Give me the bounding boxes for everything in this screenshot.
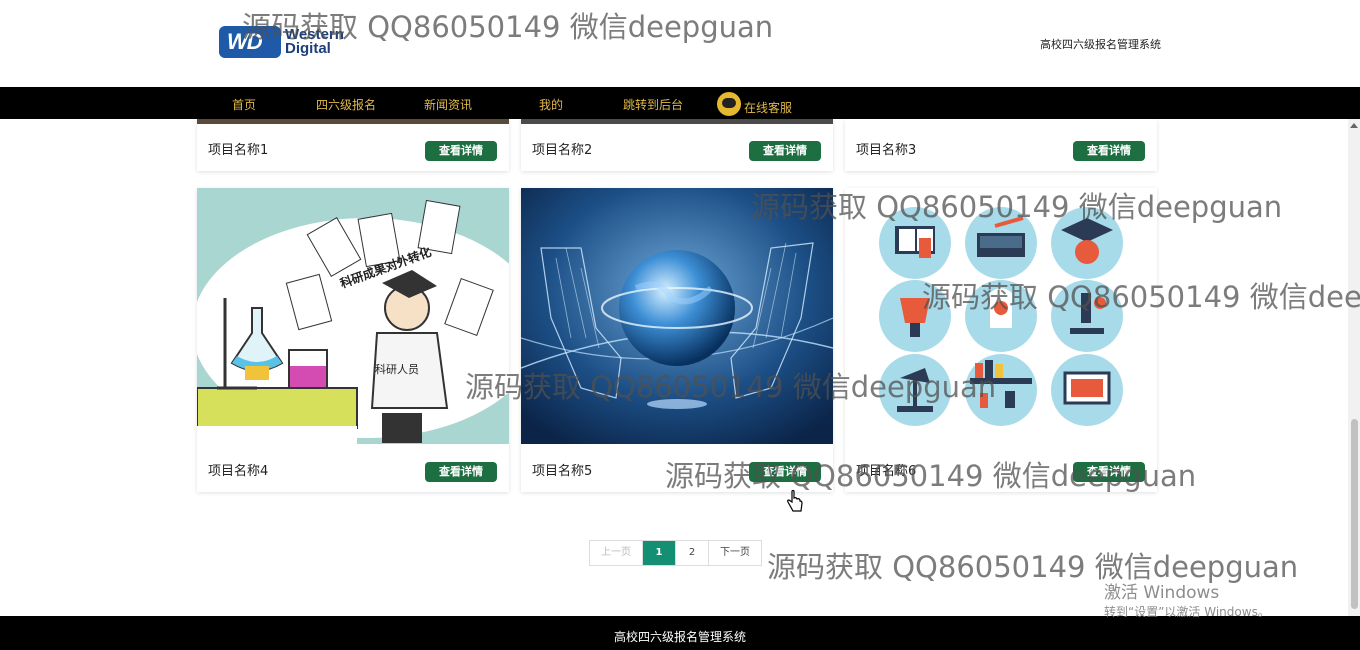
project-image-globe[interactable]: [521, 188, 833, 444]
nav-cet-registration[interactable]: 四六级报名: [316, 96, 376, 113]
card-footer: 项目名称4 查看详情: [197, 444, 509, 492]
project-card[interactable]: 项目名称6 查看详情: [845, 188, 1157, 492]
project-name: 项目名称3: [856, 143, 917, 158]
online-service[interactable]: 在线客服: [717, 91, 792, 116]
project-card[interactable]: 项目名称1 查看详情: [197, 119, 509, 171]
page-1-button[interactable]: 1: [643, 541, 676, 565]
card-footer: 项目名称6 查看详情: [845, 444, 1157, 492]
view-details-button[interactable]: 查看详情: [1073, 462, 1145, 482]
project-card[interactable]: 项目名称2 查看详情: [521, 119, 833, 171]
logo-wordmark: Western Digital: [285, 26, 344, 57]
view-details-button[interactable]: 查看详情: [749, 462, 821, 482]
nav-news[interactable]: 新闻资讯: [424, 96, 472, 113]
page-2-button[interactable]: 2: [676, 541, 709, 565]
view-details-button[interactable]: 查看详情: [1073, 141, 1145, 161]
windows-activation-title: 激活 Windows: [1104, 583, 1220, 603]
view-details-button[interactable]: 查看详情: [749, 141, 821, 161]
project-name: 项目名称6: [856, 464, 917, 479]
project-image-research-cartoon[interactable]: 科研人员 科研成果对外转化: [197, 188, 509, 444]
hand-cursor-icon: [786, 489, 804, 518]
site-title: 高校四六级报名管理系统: [1040, 38, 1161, 51]
scroll-up-icon[interactable]: [1350, 123, 1358, 128]
scientist-label: 科研人员: [375, 362, 419, 376]
scroll-thumb[interactable]: [1351, 419, 1358, 609]
main-nav: 首页 四六级报名 新闻资讯 我的 跳转到后台 在线客服: [0, 87, 1360, 119]
vertical-scrollbar[interactable]: [1348, 119, 1360, 616]
card-footer: 项目名称1 查看详情: [197, 123, 509, 171]
next-page-button[interactable]: 下一页: [709, 541, 761, 565]
project-card[interactable]: 科研人员 科研成果对外转化 项目名称4 查看详情: [197, 188, 509, 492]
project-card[interactable]: 项目名称3 查看详情: [845, 119, 1157, 171]
view-details-button[interactable]: 查看详情: [425, 462, 497, 482]
online-service-label: 在线客服: [744, 101, 793, 115]
chat-icon: [717, 91, 741, 116]
footer-title: 高校四六级报名管理系统: [613, 630, 746, 644]
project-card[interactable]: 项目名称5 查看详情: [521, 188, 833, 492]
wd-badge: WD: [219, 26, 281, 58]
pagination: 上一页 1 2 下一页: [589, 540, 762, 566]
site-footer: 高校四六级报名管理系统: [0, 616, 1360, 650]
card-footer: 项目名称2 查看详情: [521, 123, 833, 171]
project-name: 项目名称1: [208, 143, 269, 158]
project-name: 项目名称5: [532, 464, 593, 479]
nav-admin-link[interactable]: 跳转到后台: [623, 96, 683, 113]
project-image-education-icons[interactable]: [845, 188, 1157, 444]
western-digital-logo[interactable]: WD Western Digital: [219, 26, 344, 58]
card-footer: 项目名称5 查看详情: [521, 444, 833, 492]
view-details-button[interactable]: 查看详情: [425, 141, 497, 161]
prev-page-button[interactable]: 上一页: [590, 541, 643, 565]
nav-home[interactable]: 首页: [232, 96, 256, 113]
site-header: WD Western Digital 高校四六级报名管理系统: [0, 0, 1360, 87]
project-name: 项目名称2: [532, 143, 593, 158]
project-name: 项目名称4: [208, 464, 269, 479]
nav-mine[interactable]: 我的: [539, 96, 563, 113]
card-footer: 项目名称3 查看详情: [845, 123, 1157, 171]
windows-activation-subtitle: 转到“设置”以激活 Windows。: [1104, 605, 1270, 619]
